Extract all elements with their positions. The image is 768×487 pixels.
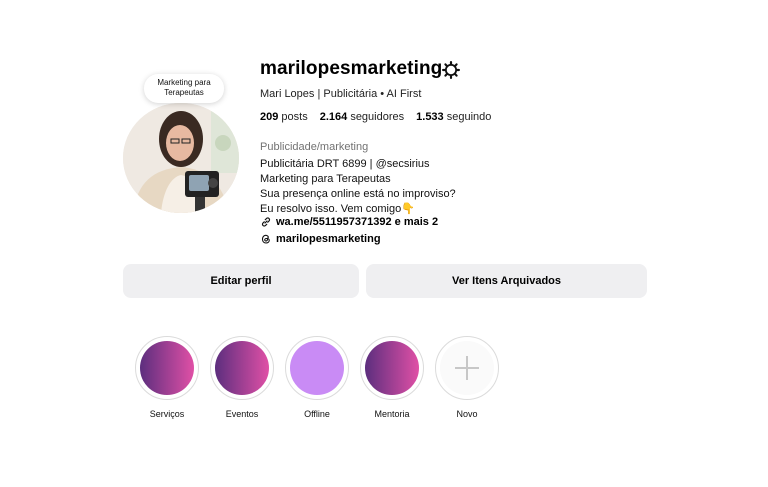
highlight-label: Eventos bbox=[225, 409, 259, 419]
profile-username: marilopesmarketing bbox=[260, 58, 443, 79]
following-label: seguindo bbox=[446, 111, 492, 123]
highlight-servicos[interactable]: Serviços bbox=[135, 336, 199, 419]
following-count: 1.533 bbox=[416, 111, 444, 123]
profile-bio: Publicitária DRT 6899 | @secsirius Marke… bbox=[260, 157, 456, 217]
posts-stat: 209 posts bbox=[260, 111, 308, 123]
followers-label: seguidores bbox=[350, 111, 405, 123]
highlight-label: Offline bbox=[304, 409, 330, 419]
highlight-offline[interactable]: Offline bbox=[285, 336, 349, 419]
avatar-illustration bbox=[123, 103, 239, 213]
highlight-cover bbox=[290, 341, 344, 395]
avatar-photo bbox=[123, 103, 239, 213]
highlight-ring bbox=[360, 336, 424, 400]
highlight-cover bbox=[215, 341, 269, 395]
profile-note-text: Marketing para Terapeutas bbox=[157, 78, 211, 97]
threads-icon bbox=[261, 234, 270, 244]
bio-line: Marketing para Terapeutas bbox=[260, 173, 391, 185]
posts-count: 209 bbox=[260, 111, 279, 123]
edit-profile-button[interactable]: Editar perfil bbox=[123, 264, 359, 298]
posts-label: posts bbox=[281, 111, 308, 123]
highlight-eventos[interactable]: Eventos bbox=[210, 336, 274, 419]
new-highlight-button[interactable]: Novo bbox=[435, 336, 499, 419]
following-stat[interactable]: 1.533 seguindo bbox=[416, 111, 491, 123]
highlight-label: Novo bbox=[456, 409, 478, 419]
bio-line: Eu resolvo isso. Vem comigo👇 bbox=[260, 203, 415, 215]
highlight-ring bbox=[210, 336, 274, 400]
profile-note[interactable]: Marketing para Terapeutas bbox=[144, 74, 224, 103]
profile-category: Publicidade/marketing bbox=[260, 141, 369, 153]
bio-line: Sua presença online está no improviso? bbox=[260, 188, 456, 200]
highlight-ring bbox=[135, 336, 199, 400]
highlight-label: Mentoria bbox=[374, 409, 410, 419]
highlight-label: Serviços bbox=[149, 409, 185, 419]
followers-stat[interactable]: 2.164 seguidores bbox=[320, 111, 404, 123]
profile-avatar[interactable] bbox=[123, 103, 239, 213]
bio-line: Publicitária DRT 6899 | @secsirius bbox=[260, 158, 430, 170]
view-archived-button[interactable]: Ver Itens Arquivados bbox=[366, 264, 647, 298]
profile-full-name: Mari Lopes | Publicitária • AI First bbox=[260, 88, 422, 100]
profile-link-text: wa.me/5511957371392 e mais 2 bbox=[276, 216, 439, 228]
highlight-cover bbox=[440, 341, 494, 395]
plus-icon bbox=[455, 356, 479, 380]
threads-handle: marilopesmarketing bbox=[276, 233, 381, 245]
profile-link[interactable]: wa.me/5511957371392 e mais 2 bbox=[260, 216, 438, 228]
highlight-mentoria[interactable]: Mentoria bbox=[360, 336, 424, 419]
highlight-ring bbox=[435, 336, 499, 400]
followers-count: 2.164 bbox=[319, 111, 348, 123]
profile-stats: 209 posts 2.164 seguidores 1.533 seguind… bbox=[260, 111, 491, 123]
highlight-cover bbox=[140, 341, 194, 395]
highlight-ring bbox=[285, 336, 349, 400]
gear-icon[interactable] bbox=[441, 60, 461, 80]
threads-link[interactable]: marilopesmarketing bbox=[260, 233, 381, 245]
highlight-cover bbox=[365, 341, 419, 395]
link-icon bbox=[261, 217, 271, 227]
